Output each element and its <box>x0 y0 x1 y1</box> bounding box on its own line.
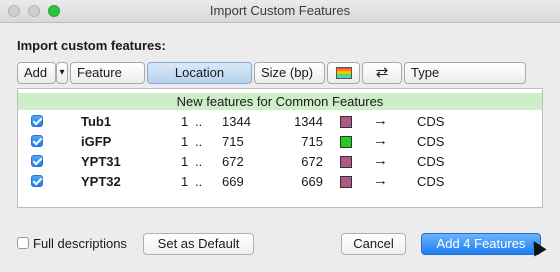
add-button[interactable]: Add <box>17 62 56 84</box>
feature-color-swatch[interactable] <box>340 116 352 128</box>
table-row[interactable]: YPT31 1 .. 672 672 → CDS <box>18 152 542 172</box>
feature-name: YPT31 <box>81 154 121 169</box>
column-header-location[interactable]: Location <box>147 62 252 84</box>
location-start: 1 <box>181 114 189 129</box>
section-label: Import custom features: <box>17 38 166 53</box>
location-end: 1344 <box>222 114 251 129</box>
column-header-type[interactable]: Type <box>404 62 526 84</box>
location-start: 1 <box>181 134 189 149</box>
feature-color-swatch[interactable] <box>340 136 352 148</box>
column-header-size[interactable]: Size (bp) <box>254 62 325 84</box>
row-checkbox[interactable] <box>31 175 43 187</box>
table-row[interactable]: iGFP 1 .. 715 715 → CDS <box>18 132 542 152</box>
table-row[interactable]: YPT32 1 .. 669 669 → CDS <box>18 172 542 192</box>
row-checkbox[interactable] <box>31 155 43 167</box>
feature-size: 672 <box>301 154 323 169</box>
window-title: Import Custom Features <box>209 3 351 18</box>
feature-type[interactable]: CDS <box>417 114 444 129</box>
direction-arrow-icon[interactable]: → <box>373 112 388 129</box>
column-header-direction[interactable]: ⇄ <box>362 62 402 84</box>
location-separator: .. <box>195 134 203 149</box>
group-header-row: New features for Common Features <box>18 93 542 110</box>
add-features-button[interactable]: Add 4 Features <box>421 233 541 255</box>
set-as-default-button[interactable]: Set as Default <box>143 233 254 255</box>
cancel-button[interactable]: Cancel <box>341 233 406 255</box>
direction-arrow-icon[interactable]: → <box>373 172 388 189</box>
color-swatch-icon <box>335 67 352 79</box>
feature-type[interactable]: CDS <box>417 134 444 149</box>
column-header-color[interactable] <box>327 62 360 84</box>
feature-color-swatch[interactable] <box>340 156 352 168</box>
location-separator: .. <box>195 154 203 169</box>
direction-arrow-icon[interactable]: → <box>373 132 388 149</box>
location-start: 1 <box>181 154 189 169</box>
location-end: 715 <box>222 134 244 149</box>
feature-name: iGFP <box>81 134 112 149</box>
row-checkbox[interactable] <box>31 115 43 127</box>
feature-size: 1344 <box>294 114 323 129</box>
location-start: 1 <box>181 174 189 189</box>
feature-size: 715 <box>301 134 323 149</box>
location-end: 669 <box>222 174 244 189</box>
feature-type[interactable]: CDS <box>417 154 444 169</box>
column-header-feature[interactable]: Feature <box>70 62 145 84</box>
location-separator: .. <box>195 114 203 129</box>
feature-name: Tub1 <box>81 114 112 129</box>
table-row[interactable]: Tub1 1 .. 1344 1344 → CDS <box>18 112 542 132</box>
full-descriptions-checkbox[interactable] <box>17 237 29 249</box>
direction-arrow-icon[interactable]: → <box>373 152 388 169</box>
location-end: 672 <box>222 154 244 169</box>
location-separator: .. <box>195 174 203 189</box>
feature-name: YPT32 <box>81 174 121 189</box>
add-menu-button[interactable]: ▾ <box>56 62 68 84</box>
full-descriptions-label[interactable]: Full descriptions <box>33 236 127 251</box>
row-checkbox[interactable] <box>31 135 43 147</box>
features-table: New features for Common Features Tub1 1 … <box>17 88 543 208</box>
feature-type[interactable]: CDS <box>417 174 444 189</box>
feature-color-swatch[interactable] <box>340 176 352 188</box>
feature-size: 669 <box>301 174 323 189</box>
title-bar: Import Custom Features <box>0 0 560 23</box>
